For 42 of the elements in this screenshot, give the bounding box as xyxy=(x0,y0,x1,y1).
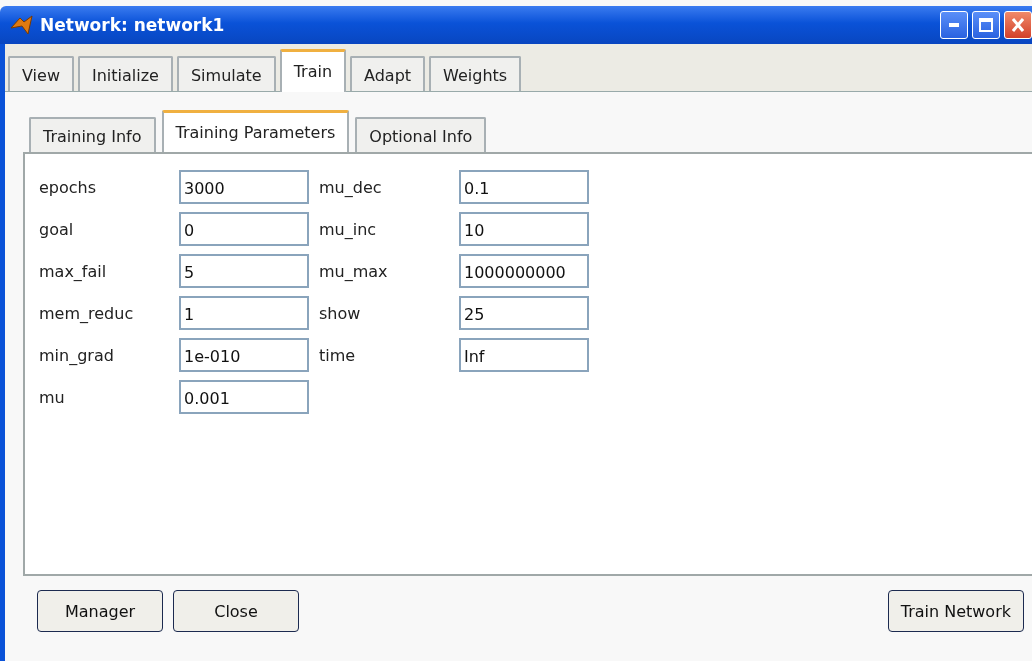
input-field[interactable]: 0 xyxy=(179,212,309,246)
field-label: min_grad xyxy=(39,345,115,365)
input-field[interactable]: 5 xyxy=(179,254,309,288)
field-label: mu_dec xyxy=(319,177,383,197)
tab[interactable]: Optional Info xyxy=(355,117,487,152)
input-field[interactable]: 1000000000 xyxy=(459,254,589,288)
input-field[interactable]: 1 xyxy=(179,296,309,330)
minimize-button[interactable] xyxy=(940,11,968,39)
field-label: mu_max xyxy=(319,261,389,281)
field-label: mu xyxy=(39,387,66,407)
button[interactable]: Manager xyxy=(37,590,163,632)
input-field[interactable]: 0.001 xyxy=(179,380,309,414)
input-field[interactable]: 3000 xyxy=(179,170,309,204)
field-label: max_fail xyxy=(39,261,108,281)
maximize-icon xyxy=(979,18,993,32)
button[interactable]: Train Network xyxy=(887,590,1024,632)
field-label: mu_inc xyxy=(319,219,378,239)
field-label: mem_reduc xyxy=(39,303,135,323)
tab[interactable]: Training Parameters xyxy=(161,110,350,153)
tab[interactable]: Adapt xyxy=(350,56,426,91)
field-label: show xyxy=(319,303,362,323)
input-field[interactable]: 25 xyxy=(459,296,589,330)
minimize-icon xyxy=(949,23,959,27)
field-label: time xyxy=(319,345,357,365)
maximize-button[interactable] xyxy=(972,11,1000,39)
tab[interactable]: Training Info xyxy=(29,117,156,152)
tab[interactable]: Weights xyxy=(429,56,522,91)
input-field[interactable]: 1e-010 xyxy=(179,338,309,372)
close-button[interactable] xyxy=(1004,11,1032,39)
tab[interactable]: Simulate xyxy=(176,56,276,91)
close-icon xyxy=(1012,18,1024,32)
window-title: Network: network1 xyxy=(40,15,226,35)
tab[interactable]: Initialize xyxy=(77,56,173,91)
tab[interactable]: View xyxy=(8,56,74,91)
tab[interactable]: Train xyxy=(279,49,347,92)
app-icon xyxy=(10,14,34,36)
button[interactable]: Close xyxy=(173,590,299,632)
input-field[interactable]: 10 xyxy=(459,212,589,246)
input-field[interactable]: Inf xyxy=(459,338,589,372)
field-label: goal xyxy=(39,219,75,239)
input-field[interactable]: 0.1 xyxy=(459,170,589,204)
field-label: epochs xyxy=(39,177,98,197)
